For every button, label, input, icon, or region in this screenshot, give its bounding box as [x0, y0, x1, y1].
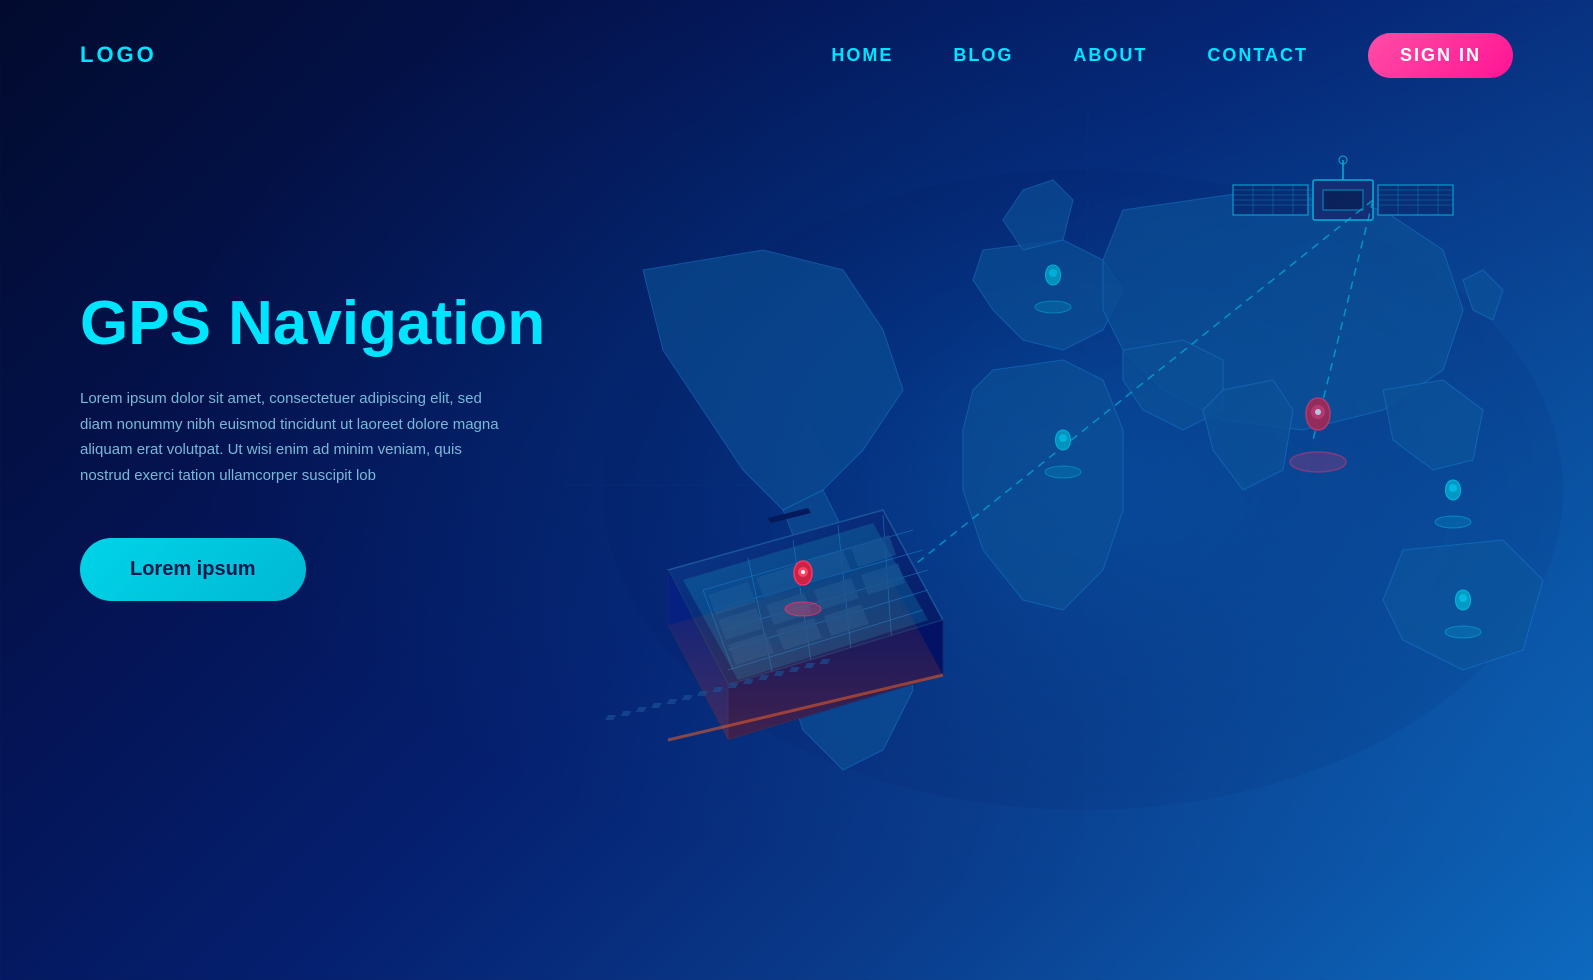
hero-section: GPS Navigation Lorem ipsum dolor sit ame… [0, 110, 1593, 980]
hero-description: Lorem ipsum dolor sit amet, consectetuer… [80, 386, 500, 488]
nav-link-home[interactable]: HOME [831, 45, 893, 66]
hero-visual [493, 30, 1593, 930]
nav-link-about[interactable]: ABOUT [1073, 45, 1147, 66]
nav-link-contact[interactable]: CONTACT [1207, 45, 1308, 66]
nav-link-blog[interactable]: BLOG [953, 45, 1013, 66]
hero-cta-button[interactable]: Lorem ipsum [80, 538, 306, 601]
navbar: LOGO HOME BLOG ABOUT CONTACT SIGN IN [0, 0, 1593, 110]
signin-button[interactable]: SIGN IN [1368, 33, 1513, 78]
nav-links: HOME BLOG ABOUT CONTACT SIGN IN [831, 33, 1513, 78]
phone-device [573, 490, 953, 910]
nav-logo[interactable]: LOGO [80, 42, 157, 68]
